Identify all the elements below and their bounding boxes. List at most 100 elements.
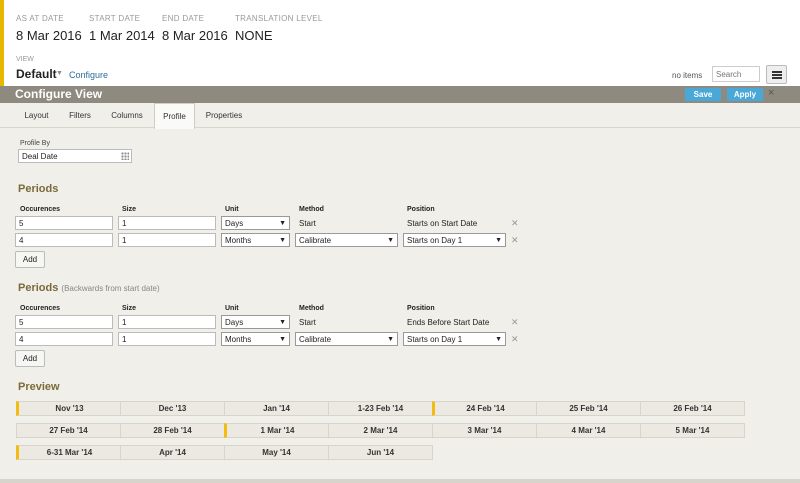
size-field[interactable]: 1 [118,216,216,230]
periods-backwards-title: Periods (Backwards from start date) [18,282,160,294]
col-position: Position [407,206,435,213]
end-date-value: 8 Mar 2016 [162,28,228,43]
position-select-value: Starts on Day 1 [407,236,463,245]
tab-layout[interactable]: Layout [14,103,59,128]
col-size: Size [122,206,137,213]
occurences-field[interactable]: 5 [15,315,113,329]
occurences-field[interactable]: 5 [15,216,113,230]
translation-level-value: NONE [235,28,273,43]
col-position: Position [407,305,435,312]
method-text: Start [299,219,316,228]
position-text: Ends Before Start Date [407,318,490,327]
configure-link[interactable]: Configure [69,70,108,80]
start-date: START DATE 1 Mar 2014 [89,14,155,43]
occurences-field[interactable]: 4 [15,332,113,346]
profile-by-label: Profile By [20,140,50,147]
preview-period: Jan '14 [224,401,329,416]
preview-period: Jun '14 [328,445,433,460]
periods-title: Periods [18,183,59,195]
end-date-label: END DATE [162,14,205,23]
dropdown-arrow-icon: ▼ [387,237,394,244]
position-text: Starts on Start Date [407,219,478,228]
method-select[interactable]: Calibrate ▼ [295,233,398,247]
preview-period: 2 Mar '14 [328,423,433,438]
col-method: Method [299,305,324,312]
size-field[interactable]: 1 [118,315,216,329]
size-field[interactable]: 1 [118,332,216,346]
tab-bar: Layout Filters Columns Profile Propertie… [0,103,800,129]
preview-period: 4 Mar '14 [536,423,641,438]
method-text: Start [299,318,316,327]
view-selector[interactable]: Default [16,67,57,81]
preview-period: 24 Feb '14 [432,401,537,416]
size-field[interactable]: 1 [118,233,216,247]
preview-period: 3 Mar '14 [432,423,537,438]
profile-by-field[interactable]: Deal Date [18,149,132,163]
preview-period: 26 Feb '14 [640,401,745,416]
preview-period: 25 Feb '14 [536,401,641,416]
report-header: AS AT DATE 8 Mar 2016 START DATE 1 Mar 2… [0,0,800,86]
menu-button[interactable] [766,65,787,84]
save-button[interactable]: Save [685,88,721,101]
add-period-button[interactable]: Add [15,251,45,268]
as-at-date: AS AT DATE 8 Mar 2016 [16,14,82,43]
tab-filters[interactable]: Filters [59,103,101,128]
remove-row-icon[interactable]: ✕ [511,235,519,246]
as-at-date-value: 8 Mar 2016 [16,28,82,43]
tab-properties[interactable]: Properties [195,103,253,128]
unit-select-value: Days [225,318,244,327]
dropdown-arrow-icon: ▼ [387,336,394,343]
dropdown-arrow-icon: ▼ [279,220,286,227]
translation-level: TRANSLATION LEVEL NONE [235,14,323,43]
unit-select[interactable]: Months ▼ [221,332,290,346]
unit-select-value: Months [225,335,252,344]
periods-backwards-subtitle: (Backwards from start date) [61,284,160,293]
unit-select-value: Months [225,236,252,245]
configure-view-bar: Configure View Save Apply × [0,86,800,103]
position-select-value: Starts on Day 1 [407,335,463,344]
position-select[interactable]: Starts on Day 1 ▼ [403,233,506,247]
col-occurences: Occurences [20,305,61,312]
preview-period: Nov '13 [16,401,121,416]
preview-period: 1-23 Feb '14 [328,401,433,416]
start-date-label: START DATE [89,14,141,23]
unit-select[interactable]: Days ▼ [221,315,290,329]
col-unit: Unit [225,206,239,213]
translation-level-label: TRANSLATION LEVEL [235,14,323,23]
occurences-field[interactable]: 4 [15,233,113,247]
preview-period: Apr '14 [120,445,225,460]
items-count: no items [672,71,703,80]
preview-title: Preview [18,381,60,393]
preview-period: 6-31 Mar '14 [16,445,121,460]
configure-view-title: Configure View [15,87,103,101]
add-period-button[interactable]: Add [15,350,45,367]
hamburger-icon [772,71,782,73]
tab-profile[interactable]: Profile [154,103,195,129]
apply-button[interactable]: Apply [727,88,763,101]
dropdown-arrow-icon: ▼ [495,237,502,244]
dropdown-arrow-icon: ▼ [495,336,502,343]
periods-backwards-title-text: Periods [18,282,59,294]
preview-period: 27 Feb '14 [16,423,121,438]
close-icon[interactable]: × [768,87,774,99]
tab-columns[interactable]: Columns [101,103,153,128]
remove-row-icon[interactable]: ✕ [511,218,519,229]
position-select[interactable]: Starts on Day 1 ▼ [403,332,506,346]
dropdown-arrow-icon: ▼ [279,319,286,326]
footer-divider [0,479,800,483]
as-at-date-label: AS AT DATE [16,14,64,23]
method-select-value: Calibrate [299,236,332,245]
col-occurences: Occurences [20,206,61,213]
end-date: END DATE 8 Mar 2016 [162,14,228,43]
remove-row-icon[interactable]: ✕ [511,317,519,328]
grid-icon[interactable] [121,152,129,160]
unit-select[interactable]: Days ▼ [221,216,290,230]
preview-period: 28 Feb '14 [120,423,225,438]
chevron-down-icon[interactable]: ▼ [56,70,63,77]
col-unit: Unit [225,305,239,312]
remove-row-icon[interactable]: ✕ [511,334,519,345]
unit-select[interactable]: Months ▼ [221,233,290,247]
preview-period: May '14 [224,445,329,460]
search-input[interactable] [712,66,760,82]
method-select[interactable]: Calibrate ▼ [295,332,398,346]
